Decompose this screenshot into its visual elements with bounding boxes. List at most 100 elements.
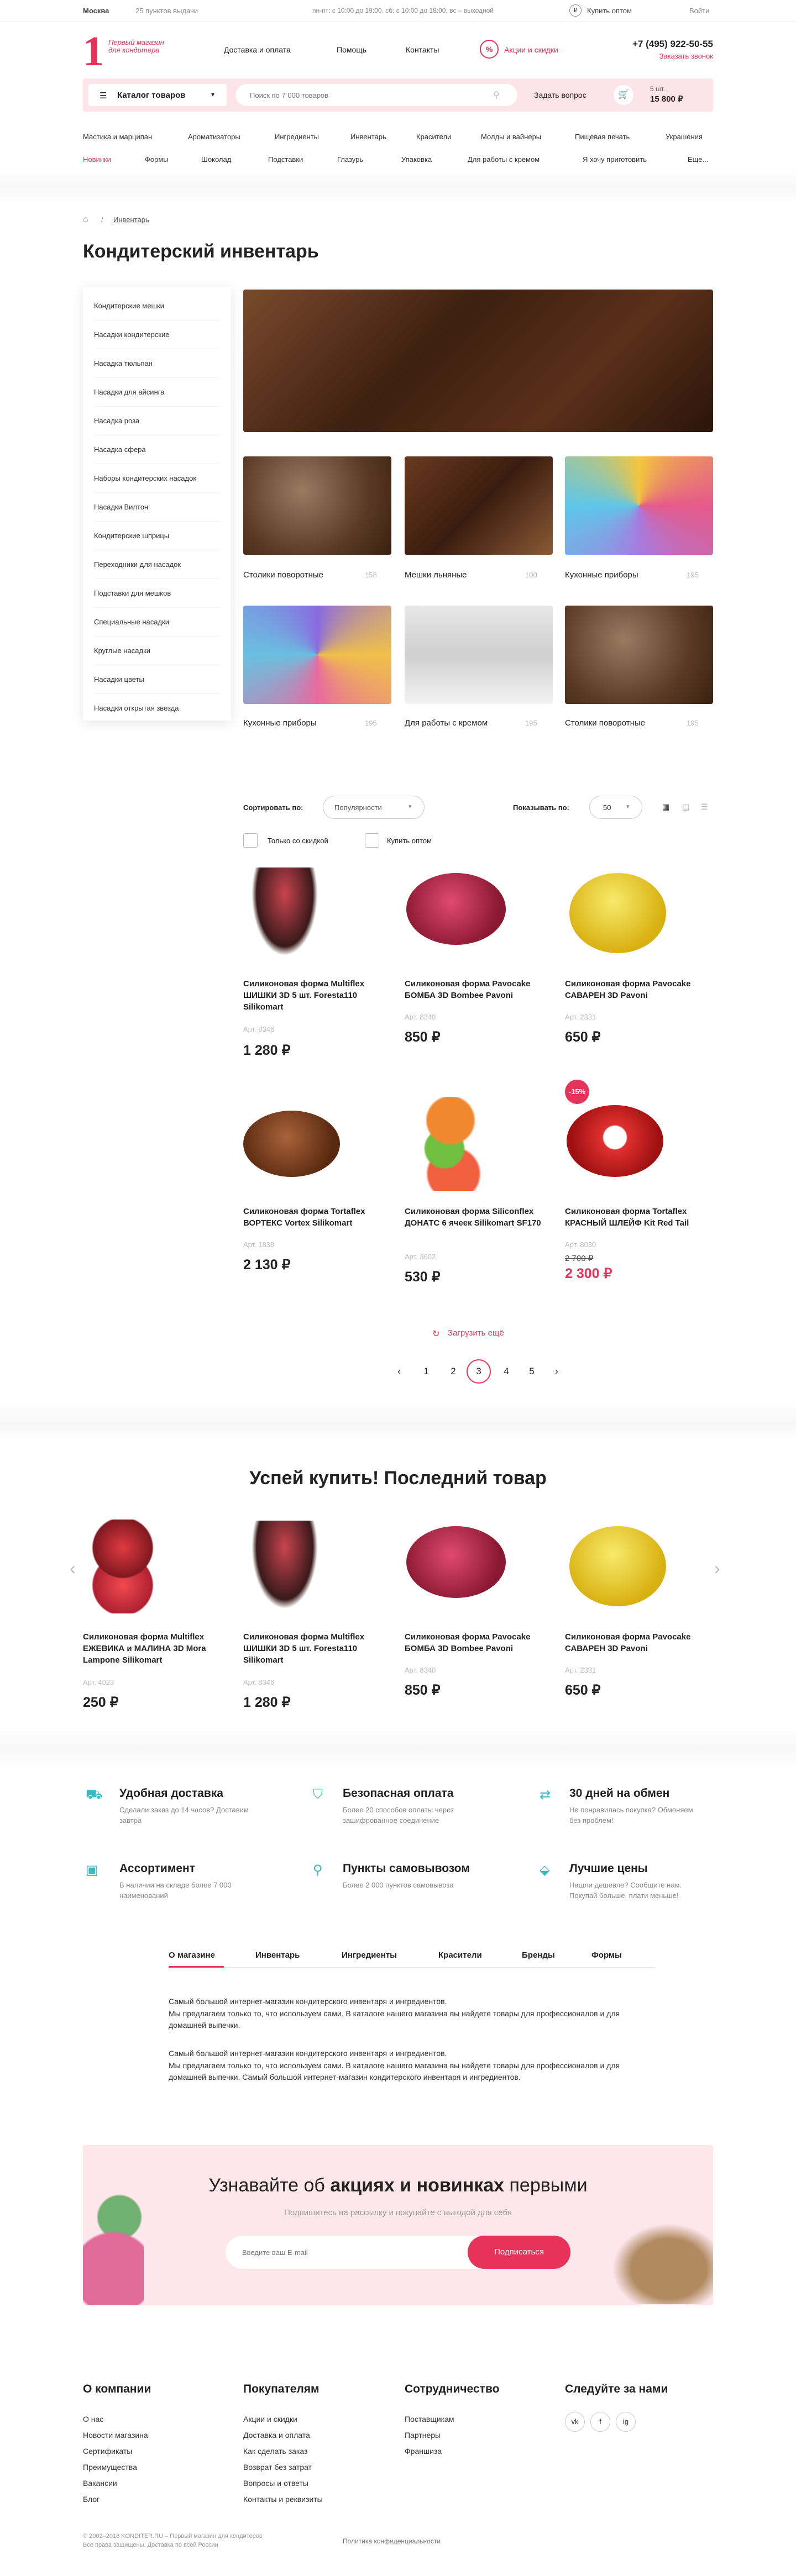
promo-link[interactable]: Акции и скидки <box>504 45 558 54</box>
tab-about[interactable]: О магазине <box>169 1951 215 1960</box>
product-image[interactable] <box>90 1520 156 1613</box>
category-tile-image[interactable] <box>405 606 553 704</box>
product-image[interactable] <box>567 1105 663 1177</box>
cat-chocolate[interactable]: Шоколад <box>201 155 231 164</box>
footer-link[interactable]: Новости магазина <box>83 2431 148 2440</box>
product-name[interactable]: Силиконовая форма Pavocake БОМБА 3D Bomb… <box>405 1631 554 1654</box>
sidebar-item[interactable]: Кондитерские мешки <box>94 292 220 320</box>
cart-total[interactable]: 15 800 ₽ <box>650 94 683 104</box>
product-name[interactable]: Силиконовая форма Multiflex ШИШКИ 3D 5 ш… <box>243 978 392 1013</box>
footer-link[interactable]: Блог <box>83 2495 100 2504</box>
category-tile-image[interactable] <box>243 456 391 555</box>
product-name[interactable]: Силиконовая форма Tortaflex ВОРТЕКС Vort… <box>243 1206 392 1229</box>
footer-link[interactable]: Акции и скидки <box>243 2415 297 2423</box>
list-view-icon[interactable]: ☰ <box>701 802 708 812</box>
sidebar-item[interactable]: Насадка роза <box>94 407 220 435</box>
sidebar-item[interactable]: Насадки кондитерские <box>94 320 220 349</box>
tab-inventory[interactable]: Инвентарь <box>255 1951 300 1960</box>
refresh-icon[interactable]: ↻ <box>432 1328 439 1339</box>
vk-icon[interactable]: vk <box>565 2412 585 2432</box>
sidebar-item[interactable]: Насадка сфера <box>94 435 220 464</box>
instagram-icon[interactable]: ig <box>616 2412 636 2432</box>
cart-icon[interactable]: 🛒 <box>614 85 633 105</box>
tab-forms[interactable]: Формы <box>591 1951 622 1960</box>
carousel-next-icon[interactable]: › <box>714 1558 720 1579</box>
pickup-points-link[interactable]: 25 пунктов выдачи <box>135 7 198 15</box>
cat-packaging[interactable]: Упаковка <box>401 155 432 164</box>
cat-inventory[interactable]: Инвентарь <box>350 133 386 141</box>
wholesale-checkbox[interactable] <box>365 833 379 848</box>
next-page-icon[interactable]: › <box>544 1359 569 1384</box>
category-tile-image[interactable] <box>405 456 553 555</box>
cat-ingredients[interactable]: Ингредиенты <box>275 133 319 141</box>
cat-mastic[interactable]: Мастика и марципан <box>83 133 152 141</box>
facebook-icon[interactable]: f <box>590 2412 610 2432</box>
page-link[interactable]: 5 <box>520 1359 544 1384</box>
footer-link[interactable]: Контакты и реквизиты <box>243 2495 323 2504</box>
page-link-current[interactable]: 3 <box>467 1359 491 1384</box>
catalog-button[interactable]: ☰ Каталог товаров ▾ <box>88 84 227 106</box>
category-tile-image[interactable] <box>565 606 713 704</box>
load-more-button[interactable]: Загрузить ещё <box>448 1328 504 1338</box>
search-input[interactable] <box>235 84 517 106</box>
footer-link[interactable]: Вопросы и ответы <box>243 2479 308 2488</box>
product-image[interactable] <box>569 873 666 953</box>
footer-link[interactable]: Вакансии <box>83 2479 117 2488</box>
search-icon[interactable]: ⚲ <box>493 90 500 101</box>
sidebar-item[interactable]: Насадки цветы <box>94 665 220 694</box>
product-name[interactable]: Силиконовая форма Pavocake САВАРЕН 3D Pa… <box>565 1631 714 1654</box>
subscribe-button[interactable]: Подписаться <box>468 2236 570 2269</box>
tab-brands[interactable]: Бренды <box>522 1951 555 1960</box>
hero-banner-image[interactable] <box>243 290 713 432</box>
nav-contacts[interactable]: Контакты <box>406 45 439 54</box>
sidebar-item[interactable]: Насадка тюльпан <box>94 349 220 378</box>
page-link[interactable]: 4 <box>494 1359 519 1384</box>
sidebar-item[interactable]: Подставки для мешков <box>94 579 220 608</box>
category-tile-label[interactable]: Кухонные приборы <box>243 718 317 728</box>
sidebar-item[interactable]: Круглые насадки <box>94 637 220 665</box>
sidebar-item[interactable]: Переходники для насадок <box>94 550 220 579</box>
tab-ingredients[interactable]: Ингредиенты <box>342 1951 397 1960</box>
cat-glaze[interactable]: Глазурь <box>337 155 363 164</box>
footer-link[interactable]: Возврат без затрат <box>243 2463 312 2472</box>
footer-link[interactable]: Как сделать заказ <box>243 2447 307 2456</box>
category-tile-image[interactable] <box>243 606 391 704</box>
cat-food-print[interactable]: Пищевая печать <box>575 133 630 141</box>
product-name[interactable]: Силиконовая форма Multiflex ЕЖЕВИКА и МА… <box>83 1631 232 1666</box>
grid-view-icon[interactable]: ▦ <box>662 802 669 812</box>
home-icon[interactable]: ⌂ <box>83 214 88 224</box>
nav-help[interactable]: Помощь <box>337 45 366 54</box>
footer-link[interactable]: Франшиза <box>405 2447 442 2456</box>
product-name[interactable]: Силиконовая форма Pavocake БОМБА 3D Bomb… <box>405 978 554 1001</box>
footer-link[interactable]: Сертификаты <box>83 2447 132 2456</box>
cat-forms[interactable]: Формы <box>145 155 169 164</box>
cat-decorations[interactable]: Украшения <box>666 133 703 141</box>
sidebar-item[interactable]: Специальные насадки <box>94 608 220 637</box>
cat-new[interactable]: Новинки <box>83 155 111 164</box>
page-link[interactable]: 2 <box>441 1359 465 1384</box>
footer-link[interactable]: О нас <box>83 2415 103 2423</box>
sidebar-item[interactable]: Насадки для айсинга <box>94 378 220 407</box>
category-tile-label[interactable]: Столики поворотные <box>565 718 645 728</box>
cat-stands[interactable]: Подставки <box>268 155 303 164</box>
discount-checkbox[interactable] <box>243 833 258 848</box>
city-select[interactable]: Москва <box>83 7 109 15</box>
category-tile-label[interactable]: Столики поворотные <box>243 570 323 580</box>
product-image[interactable] <box>569 1526 666 1606</box>
footer-link[interactable]: Доставка и оплата <box>243 2431 310 2440</box>
cat-cream[interactable]: Для работы с кремом <box>468 155 540 164</box>
product-image[interactable] <box>406 873 506 945</box>
sort-select[interactable]: Популярности ▾ <box>323 796 425 819</box>
sidebar-item[interactable]: Наборы кондитерских насадок <box>94 464 220 493</box>
logo-text[interactable]: Первый магазин для кондитера <box>108 39 169 54</box>
product-image[interactable] <box>406 1526 506 1598</box>
category-tile-label[interactable]: Кухонные приборы <box>565 570 638 580</box>
prev-page-icon[interactable]: ‹ <box>387 1359 411 1384</box>
category-tile-label[interactable]: Мешки льняные <box>405 570 467 580</box>
per-page-select[interactable]: 50 ▾ <box>589 796 642 819</box>
cat-more[interactable]: Еще... <box>688 155 708 164</box>
category-tile-image[interactable] <box>565 456 713 555</box>
cat-molds[interactable]: Молды и вайнеры <box>481 133 541 141</box>
wholesale-link[interactable]: Купить оптом <box>587 7 632 15</box>
cat-want-cook[interactable]: Я хочу приготовить <box>583 155 647 164</box>
